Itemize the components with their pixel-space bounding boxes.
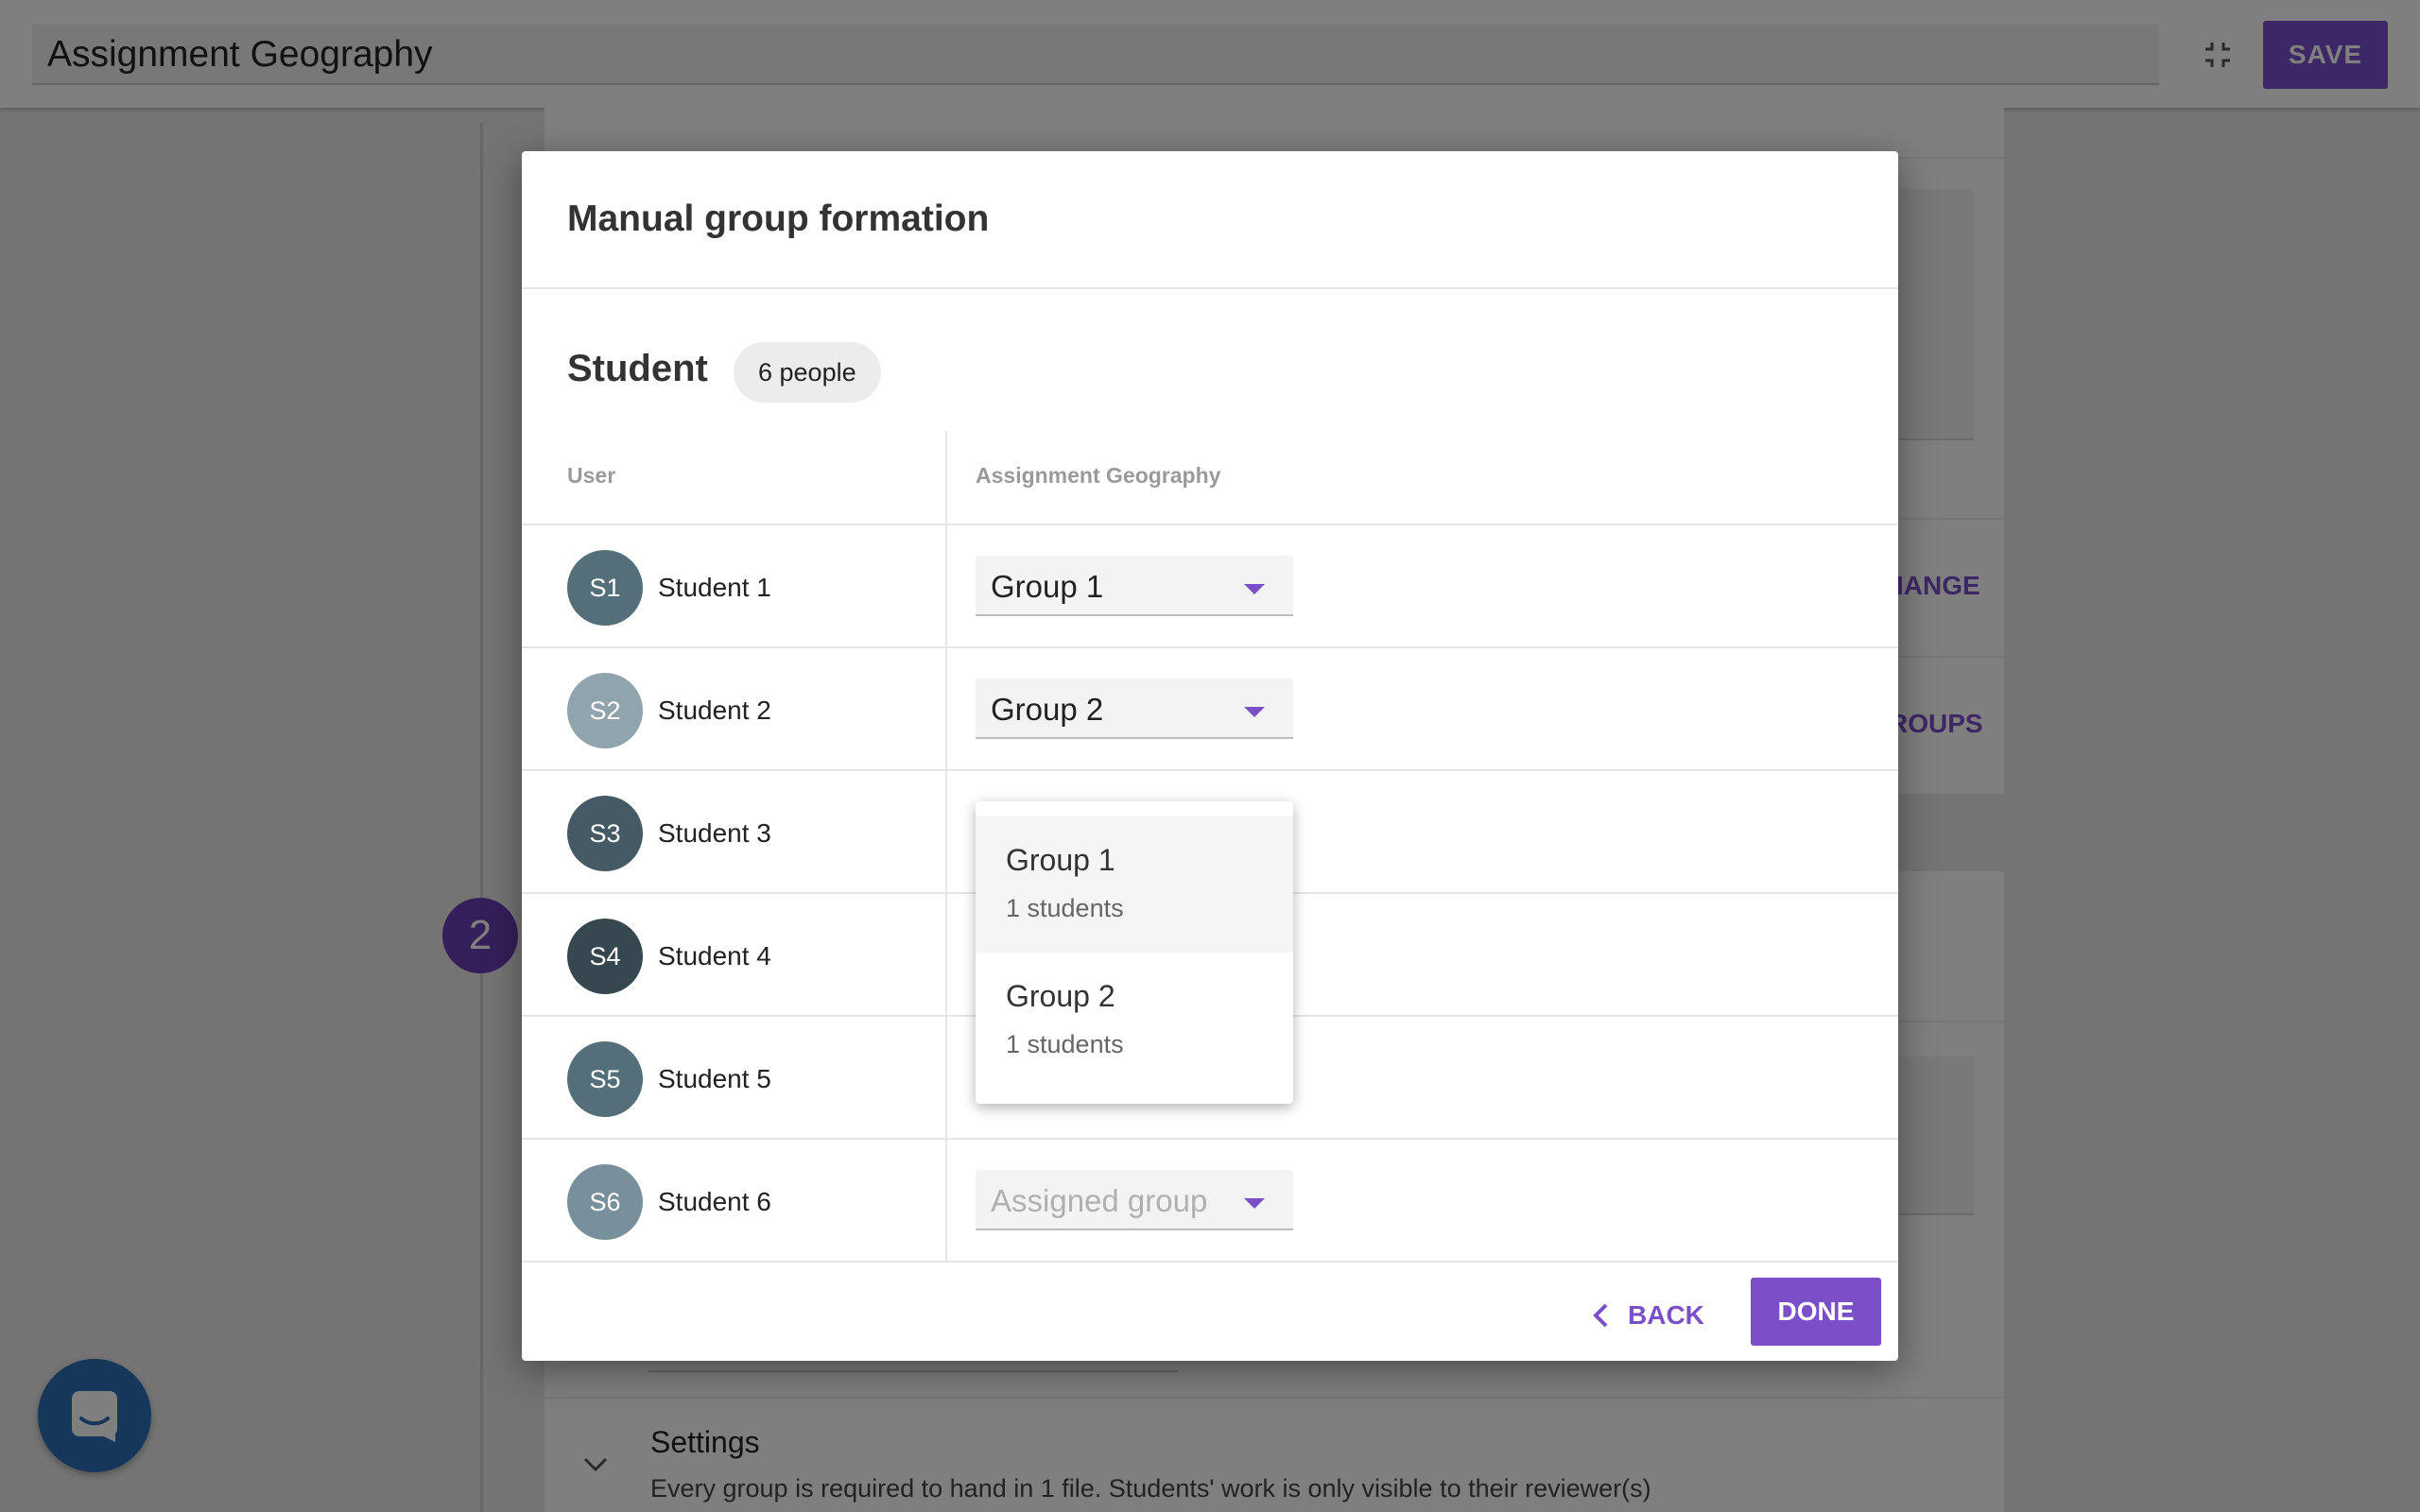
dropdown-option-group-2[interactable]: Group 2 1 students [976,953,1293,1089]
student-name: Student 2 [658,696,771,725]
student-name: Student 1 [658,573,771,602]
avatar: S5 [567,1041,643,1117]
section-title: Student [567,348,708,389]
table-row: S1 Student 1 Group 1 [522,525,1898,648]
chevron-left-icon [1593,1303,1608,1328]
avatar: S6 [567,1164,643,1240]
group-select[interactable]: Assigned group [976,1170,1293,1230]
dropdown-caret-icon [1244,584,1265,594]
back-label: BACK [1628,1300,1704,1330]
dialog-title: Manual group formation [567,198,990,239]
avatar: S1 [567,550,643,626]
option-subtitle: 1 students [1006,1030,1124,1058]
dropdown-caret-icon [1244,1198,1265,1209]
dropdown-caret-icon [1244,707,1265,717]
dropdown-option-group-1[interactable]: Group 1 1 students [976,816,1293,953]
student-name: Student 3 [658,818,771,848]
group-select[interactable]: Group 1 [976,556,1293,616]
group-select-value: Group 2 [991,692,1104,727]
option-title: Group 2 [1006,979,1115,1013]
avatar: S2 [567,673,643,748]
manual-group-dialog: Manual group formation Student 6 people … [522,151,1898,1361]
dialog-header: Manual group formation [522,151,1898,289]
student-name: Student 6 [658,1187,771,1216]
table-row: S6 Student 6 Assigned group [522,1140,1898,1263]
student-name: Student 4 [658,941,771,971]
group-dropdown-menu: Group 1 1 students Group 2 1 students [976,801,1293,1104]
group-select-placeholder: Assigned group [991,1183,1208,1218]
done-button[interactable]: DONE [1751,1278,1881,1346]
table-row: S2 Student 2 Group 2 [522,648,1898,771]
people-count-badge: 6 people [734,342,881,403]
option-title: Group 1 [1006,843,1115,877]
avatar: S4 [567,919,643,994]
back-button[interactable]: BACK [1577,1281,1720,1349]
avatar: S3 [567,796,643,871]
group-select[interactable]: Group 2 [976,679,1293,739]
group-select-value: Group 1 [991,569,1104,604]
column-header-user: User [567,463,616,488]
student-name: Student 5 [658,1064,771,1093]
column-header-assignment: Assignment Geography [976,463,1221,488]
option-subtitle: 1 students [1006,894,1124,922]
